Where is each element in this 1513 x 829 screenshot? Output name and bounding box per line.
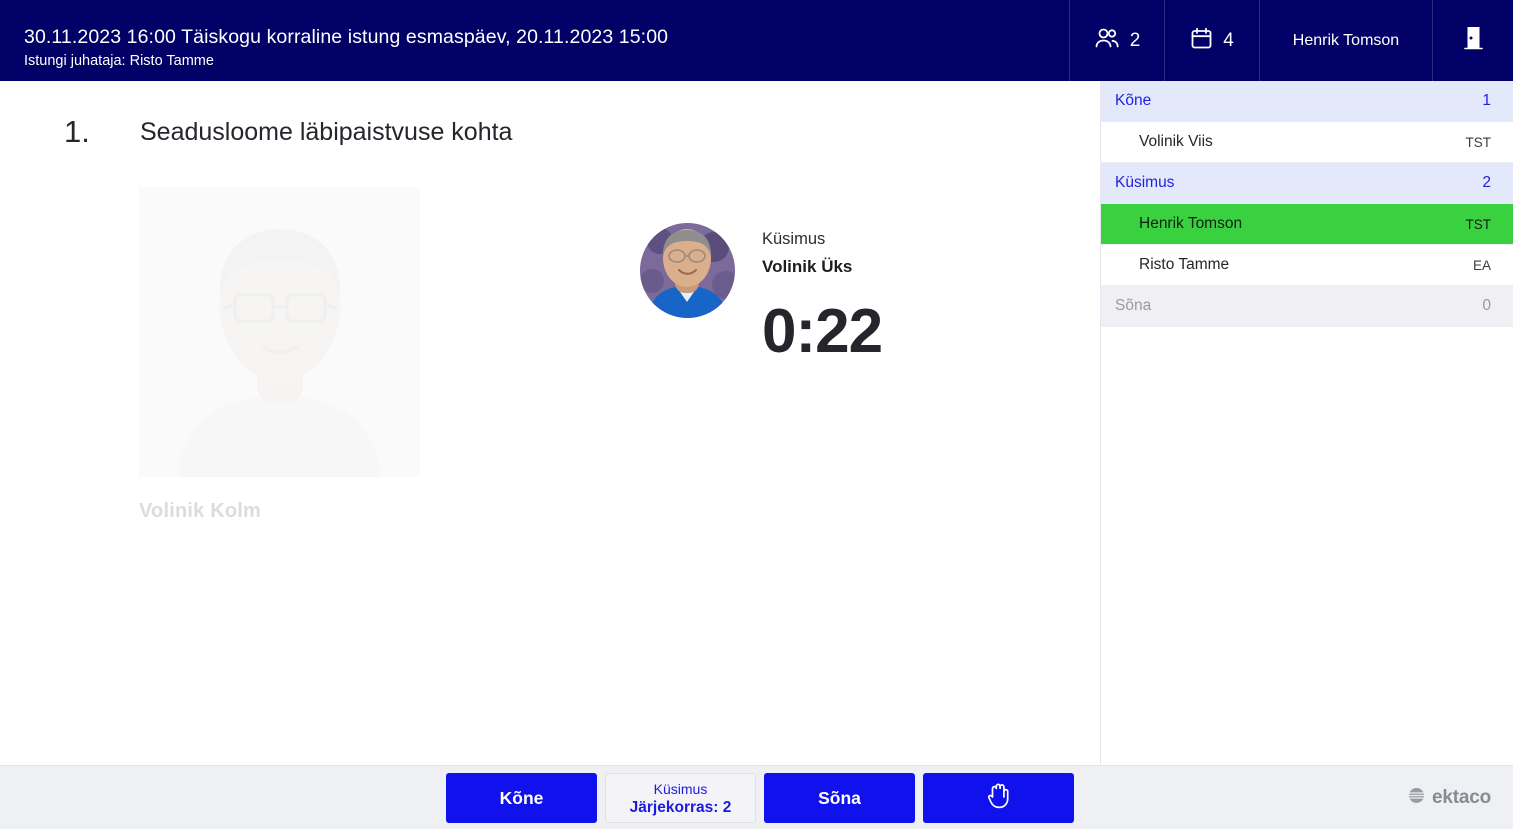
participants-indicator[interactable]: 2 [1069, 0, 1164, 81]
queue-item-faction: EA [1472, 257, 1491, 273]
agenda-header: 1. Seadusloome läbipaistvuse kohta [0, 81, 1100, 150]
ektaco-sphere-icon [1408, 787, 1425, 809]
queue-sidebar: Kõne 1 Volinik Viis TST Küsimus 2 Henrik… [1100, 81, 1513, 765]
kusimus-queue-position: Järjekorras: 2 [629, 798, 732, 816]
kone-button[interactable]: Kõne [446, 773, 597, 823]
main-content: 1. Seadusloome läbipaistvuse kohta Volin… [0, 81, 1100, 765]
queue-item-risto-tamme[interactable]: Risto Tamme EA [1101, 245, 1513, 286]
agenda-title: Seadusloome läbipaistvuse kohta [140, 118, 513, 146]
active-speaker-kind: Küsimus [762, 230, 826, 248]
exit-door-icon [1462, 24, 1484, 57]
agenda-count: 4 [1223, 29, 1234, 51]
queue-group-kone[interactable]: Kõne 1 [1101, 81, 1513, 122]
queue-item-name: Volinik Viis [1139, 133, 1213, 150]
queue-group-sona[interactable]: Sõna 0 [1101, 286, 1513, 327]
previous-speaker-card: Volinik Kolm [139, 187, 420, 523]
session-title: 30.11.2023 16:00 Täiskogu korraline istu… [24, 26, 669, 48]
kusimus-button-label: Küsimus [653, 780, 708, 797]
app-header: 30.11.2023 16:00 Täiskogu korraline istu… [0, 0, 1513, 81]
queue-item-faction: TST [1465, 134, 1492, 150]
raise-hand-button[interactable] [923, 773, 1074, 823]
queue-item-volinik-viis[interactable]: Volinik Viis TST [1101, 122, 1513, 163]
queue-group-kusimus[interactable]: Küsimus 2 [1101, 163, 1513, 204]
users-icon [1094, 27, 1120, 54]
active-speaker-name: Volinik Üks [762, 257, 853, 276]
queue-item-faction: TST [1465, 216, 1492, 232]
queue-group-label: Küsimus [1115, 174, 1175, 191]
queue-group-count: 1 [1482, 92, 1491, 109]
agenda-indicator[interactable]: 4 [1164, 0, 1259, 81]
active-speaker-card: Küsimus Volinik Üks 0:22 [640, 223, 883, 366]
raise-hand-icon [984, 780, 1014, 817]
queue-group-count: 0 [1482, 297, 1491, 314]
brand-logo: ektaco [1408, 766, 1491, 829]
calendar-icon [1190, 27, 1213, 55]
action-bar: Kõne Küsimus Järjekorras: 2 Sõna ektaco [0, 765, 1513, 829]
queue-item-name: Risto Tamme [1139, 256, 1230, 273]
current-user[interactable]: Henrik Tomson [1259, 0, 1432, 81]
action-buttons: Kõne Küsimus Järjekorras: 2 Sõna [446, 773, 1074, 823]
agenda-number: 1. [64, 114, 90, 149]
sona-button[interactable]: Sõna [764, 773, 915, 823]
queue-item-name: Henrik Tomson [1139, 215, 1243, 232]
queue-group-label: Kõne [1115, 92, 1152, 109]
brand-name: ektaco [1431, 787, 1491, 808]
queue-group-count: 2 [1482, 174, 1491, 191]
active-speaker-info: Küsimus Volinik Üks 0:22 [762, 223, 883, 366]
current-user-name: Henrik Tomson [1292, 31, 1400, 49]
kone-button-label: Kõne [499, 787, 544, 808]
previous-speaker-name: Volinik Kolm [139, 500, 262, 522]
active-speaker-avatar [640, 223, 735, 318]
speaking-timer: 0:22 [762, 297, 883, 366]
session-title-block: 30.11.2023 16:00 Täiskogu korraline istu… [0, 0, 1069, 81]
participants-count: 2 [1129, 29, 1141, 51]
queue-group-label: Sõna [1115, 297, 1152, 314]
queue-item-henrik-tomson[interactable]: Henrik Tomson TST [1101, 204, 1513, 245]
kusimus-button[interactable]: Küsimus Järjekorras: 2 [605, 773, 756, 823]
meeting-screen: 30.11.2023 16:00 Täiskogu korraline istu… [0, 0, 1513, 829]
session-chair: Istungi juhataja: Risto Tamme [24, 53, 214, 69]
sona-button-label: Sõna [818, 787, 861, 808]
previous-speaker-photo [139, 187, 420, 477]
logout-button[interactable] [1432, 0, 1513, 81]
